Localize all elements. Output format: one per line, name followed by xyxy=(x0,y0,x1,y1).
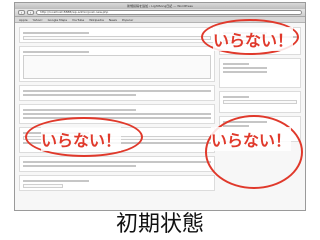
tags-box xyxy=(219,91,301,113)
title-input[interactable] xyxy=(23,36,211,40)
tag-input[interactable] xyxy=(223,100,297,104)
bookmark-item[interactable]: News xyxy=(109,18,117,22)
callout-text-bottom-right: いらない！ xyxy=(211,127,292,151)
text-line xyxy=(223,71,268,73)
title-label-line xyxy=(23,32,89,34)
text-line xyxy=(223,63,249,65)
content-editor xyxy=(19,46,215,82)
text-line xyxy=(23,109,136,111)
excerpt-box xyxy=(19,85,215,101)
back-button[interactable]: ‹ xyxy=(18,10,25,15)
title-box xyxy=(19,27,215,43)
callout-text-top-right: いらない！ xyxy=(213,27,294,51)
navigation-bar: ‹ › http://localhost:8888/wp-admin/post-… xyxy=(15,9,305,17)
forward-button[interactable]: › xyxy=(27,10,34,15)
browser-window: 新規投稿を追加 ‹ LightSong日記 — WordPress ‹ › ht… xyxy=(14,2,306,211)
text-line xyxy=(23,113,211,115)
text-line xyxy=(23,117,211,119)
text-line xyxy=(23,94,136,96)
editor-area[interactable] xyxy=(23,55,211,79)
text-line xyxy=(23,161,211,163)
callout-text-bottom-left: いらない！ xyxy=(41,127,122,151)
author-select[interactable] xyxy=(23,184,63,188)
bookmark-item[interactable]: Wikipedia xyxy=(89,18,104,22)
toolbar-line xyxy=(23,51,89,53)
bookmark-item[interactable]: Popular xyxy=(122,18,133,22)
text-line xyxy=(223,96,249,98)
discussion-box xyxy=(19,156,215,172)
bookmark-item[interactable]: Yahoo! xyxy=(33,18,43,22)
author-box xyxy=(19,175,215,191)
categories-box xyxy=(219,58,301,88)
bookmark-item[interactable]: YouTube xyxy=(72,18,84,22)
post-editor-column xyxy=(19,27,215,194)
slide-caption: 初期状態 xyxy=(115,212,204,237)
address-bar[interactable]: http://localhost:8888/wp-admin/post-new.… xyxy=(36,10,302,15)
text-line xyxy=(23,165,136,167)
text-line xyxy=(23,90,211,92)
bookmark-item[interactable]: Apple xyxy=(19,18,28,22)
bookmark-item[interactable]: Google Maps xyxy=(48,18,67,22)
text-line xyxy=(223,67,268,69)
text-line xyxy=(23,180,89,182)
